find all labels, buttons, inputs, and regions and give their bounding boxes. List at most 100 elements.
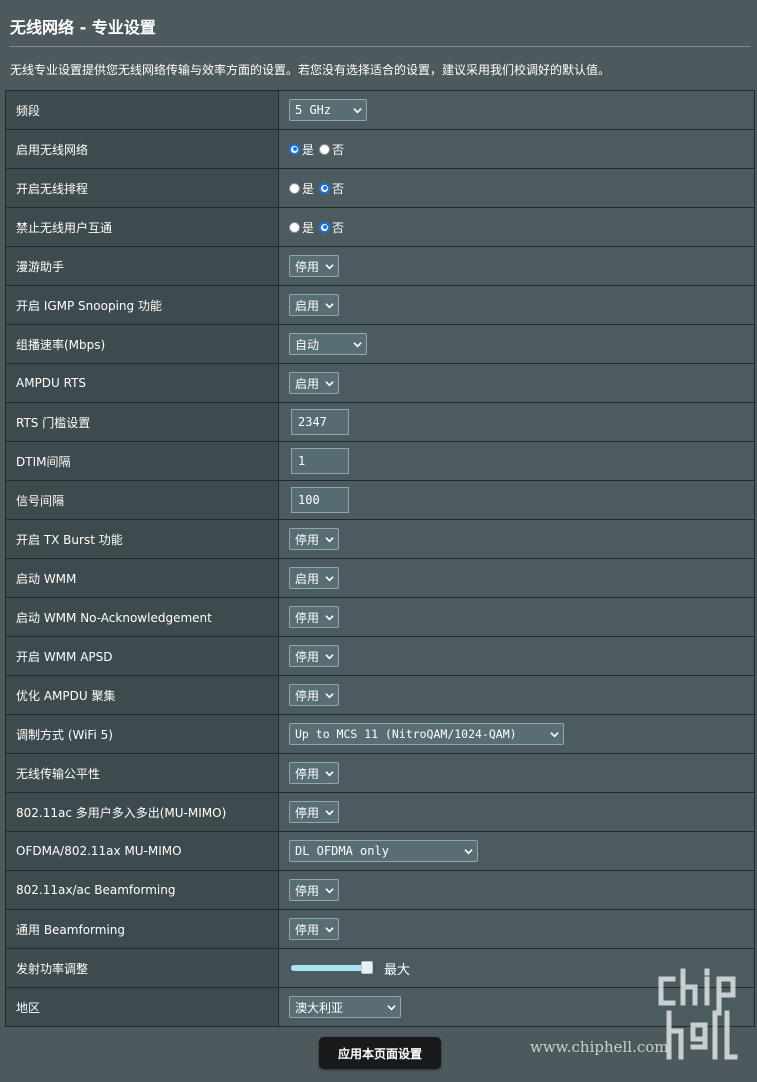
chevron-down-icon: [325, 653, 334, 659]
enable-schedule-label: 开启无线排程: [5, 168, 279, 208]
igmp-select[interactable]: 启用: [289, 294, 339, 316]
chevron-down-icon: [325, 380, 334, 386]
row-tx-burst: 开启 TX Burst 功能 停用: [5, 519, 755, 559]
page-description: 无线专业设置提供您无线网络传输与效率方面的设置。若您没有选择适合的设置，建议采用…: [10, 63, 611, 77]
chevron-down-icon: [325, 887, 334, 893]
multicast-rate-select[interactable]: 自动: [289, 333, 367, 355]
beacon-label: 信号间隔: [5, 480, 279, 520]
chevron-down-icon: [325, 263, 334, 269]
schedule-yes-radio[interactable]: [289, 182, 300, 194]
tx-burst-label: 开启 TX Burst 功能: [5, 519, 279, 559]
chevron-down-icon: [325, 575, 334, 581]
chevron-down-icon: [325, 692, 334, 698]
isolation-label: 禁止无线用户互通: [5, 207, 279, 247]
isolation-no-radio[interactable]: [319, 221, 331, 233]
ampdu-rts-label: AMPDU RTS: [5, 363, 279, 403]
mu-mimo-select[interactable]: 停用: [289, 801, 339, 823]
row-beamforming-ax: 802.11ax/ac Beamforming 停用: [5, 870, 755, 910]
row-enable-schedule: 开启无线排程 是 否: [5, 168, 755, 208]
ofdma-label: OFDMA/802.11ax MU-MIMO: [5, 831, 279, 871]
page-title: 无线网络 - 专业设置: [10, 18, 156, 37]
enable-wireless-label: 启用无线网络: [5, 129, 279, 169]
row-igmp: 开启 IGMP Snooping 功能 启用: [5, 285, 755, 325]
row-band: 频段 5 GHz: [5, 90, 755, 130]
band-select[interactable]: 5 GHz: [289, 99, 367, 121]
row-wmm-noack: 启动 WMM No-Acknowledgement 停用: [5, 597, 755, 637]
beamforming-ax-select[interactable]: 停用: [289, 879, 339, 901]
row-mu-mimo: 802.11ac 多用户多入多出(MU-MIMO) 停用: [5, 792, 755, 832]
chevron-down-icon: [353, 341, 362, 347]
row-roaming: 漫游助手 停用: [5, 246, 755, 286]
row-isolation: 禁止无线用户互通 是 否: [5, 207, 755, 247]
row-wmm-apsd: 开启 WMM APSD 停用: [5, 636, 755, 676]
tx-power-slider-thumb[interactable]: [361, 961, 373, 974]
multicast-rate-label: 组播速率(Mbps): [5, 324, 279, 364]
row-enable-wireless: 启用无线网络 是 否: [5, 129, 755, 169]
beamforming-ax-label: 802.11ax/ac Beamforming: [5, 870, 279, 910]
enable-wireless-no-radio[interactable]: [319, 143, 331, 155]
chevron-down-icon: [325, 302, 334, 308]
row-airtime: 无线传输公平性 停用: [5, 753, 755, 793]
chevron-down-icon: [464, 848, 473, 854]
roaming-label: 漫游助手: [5, 246, 279, 286]
row-beacon: 信号间隔 100: [5, 480, 755, 520]
row-wmm: 启动 WMM 启用: [5, 558, 755, 598]
chevron-down-icon: [325, 536, 334, 542]
schedule-no-radio[interactable]: [319, 182, 331, 194]
wmm-apsd-label: 开启 WMM APSD: [5, 636, 279, 676]
row-tx-power: 发射功率调整 最大: [5, 948, 755, 988]
beamforming-univ-label: 通用 Beamforming: [5, 909, 279, 949]
wmm-noack-select[interactable]: 停用: [289, 606, 339, 628]
row-ofdma: OFDMA/802.11ax MU-MIMO DL OFDMA only: [5, 831, 755, 871]
chevron-down-icon: [325, 926, 334, 932]
wmm-select[interactable]: 启用: [289, 567, 339, 589]
wmm-apsd-select[interactable]: 停用: [289, 645, 339, 667]
igmp-label: 开启 IGMP Snooping 功能: [5, 285, 279, 325]
chevron-down-icon: [325, 809, 334, 815]
chevron-down-icon: [325, 614, 334, 620]
beacon-input[interactable]: 100: [291, 487, 349, 513]
watermark-text: www.chiphell.com: [530, 1038, 669, 1056]
dtim-label: DTIM间隔: [5, 441, 279, 481]
rts-threshold-label: RTS 门槛设置: [5, 402, 279, 442]
chevron-down-icon: [325, 770, 334, 776]
row-region: 地区 澳大利亚: [5, 987, 755, 1027]
row-modulation: 调制方式 (WiFi 5) Up to MCS 11 (NitroQAM/102…: [5, 714, 755, 754]
rts-threshold-input[interactable]: 2347: [291, 409, 349, 435]
modulation-label: 调制方式 (WiFi 5): [5, 714, 279, 754]
ofdma-select[interactable]: DL OFDMA only: [289, 840, 478, 862]
apply-button[interactable]: 应用本页面设置: [319, 1037, 441, 1069]
ampdu-agg-select[interactable]: 停用: [289, 684, 339, 706]
tx-power-value: 最大: [384, 962, 411, 978]
wmm-label: 启动 WMM: [5, 558, 279, 598]
settings-table: 频段 5 GHz 启用无线网络 是 否 开启无线排程 是 否 禁止无线用户互通: [5, 90, 755, 1027]
dtim-input[interactable]: 1: [291, 448, 349, 474]
row-beamforming-univ: 通用 Beamforming 停用: [5, 909, 755, 949]
roaming-select[interactable]: 停用: [289, 255, 339, 277]
band-label: 频段: [5, 90, 279, 130]
airtime-label: 无线传输公平性: [5, 753, 279, 793]
ampdu-agg-label: 优化 AMPDU 聚集: [5, 675, 279, 715]
row-rts-threshold: RTS 门槛设置 2347: [5, 402, 755, 442]
row-multicast-rate: 组播速率(Mbps) 自动: [5, 324, 755, 364]
isolation-yes-radio[interactable]: [289, 221, 300, 233]
row-ampdu-agg: 优化 AMPDU 聚集 停用: [5, 675, 755, 715]
chiphell-logo: [658, 968, 738, 1060]
enable-wireless-yes-radio[interactable]: [289, 143, 300, 155]
airtime-select[interactable]: 停用: [289, 762, 339, 784]
tx-burst-select[interactable]: 停用: [289, 528, 339, 550]
region-select[interactable]: 澳大利亚: [289, 996, 401, 1018]
mu-mimo-label: 802.11ac 多用户多入多出(MU-MIMO): [5, 792, 279, 832]
modulation-select[interactable]: Up to MCS 11 (NitroQAM/1024-QAM): [289, 723, 564, 745]
tx-power-label: 发射功率调整: [5, 948, 279, 988]
title-divider: [10, 46, 750, 47]
beamforming-univ-select[interactable]: 停用: [289, 918, 339, 940]
row-dtim: DTIM间隔 1: [5, 441, 755, 481]
chevron-down-icon: [550, 731, 559, 737]
chevron-down-icon: [353, 107, 362, 113]
tx-power-slider[interactable]: [291, 961, 373, 974]
chevron-down-icon: [387, 1004, 396, 1010]
wmm-noack-label: 启动 WMM No-Acknowledgement: [5, 597, 279, 637]
region-label: 地区: [5, 987, 279, 1027]
ampdu-rts-select[interactable]: 启用: [289, 372, 339, 394]
